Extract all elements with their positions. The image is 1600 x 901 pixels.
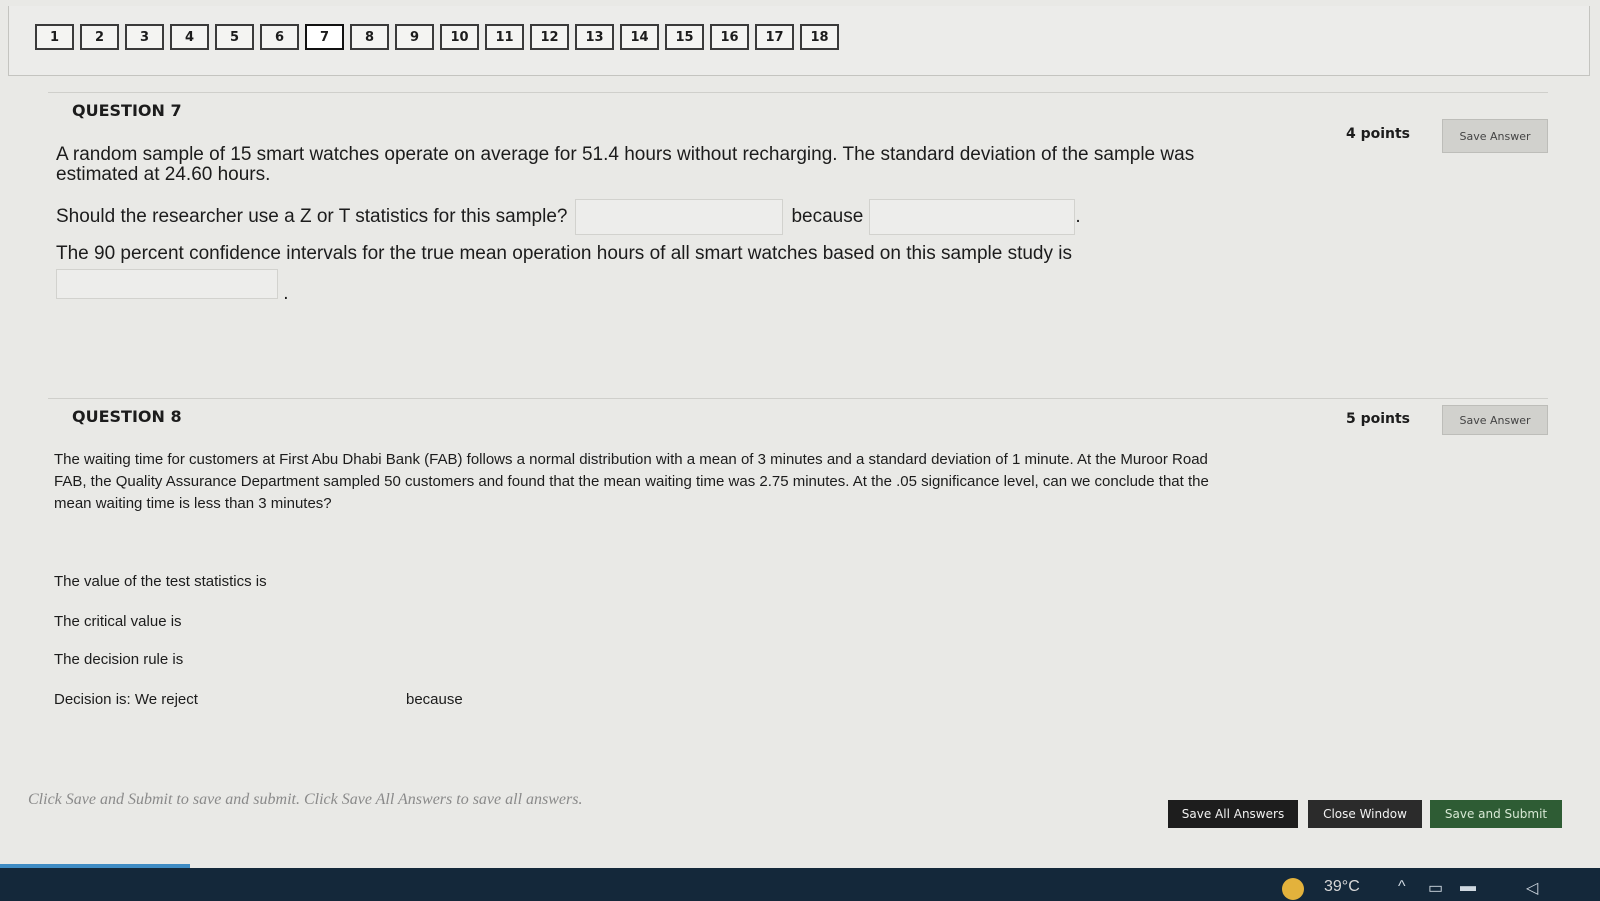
sentence-period: . — [283, 283, 289, 304]
question-nav-button[interactable]: 13 — [575, 24, 614, 50]
question-nav-button[interactable]: 6 — [260, 24, 299, 50]
because-label: because — [791, 206, 864, 227]
reason-answer-field[interactable] — [869, 199, 1076, 235]
save-answer-button[interactable]: Save Answer — [1442, 119, 1548, 153]
question-nav-button[interactable]: 17 — [755, 24, 794, 50]
statistic-prompt: Should the researcher use a Z or T stati… — [56, 206, 568, 227]
statistic-answer-field[interactable] — [575, 199, 784, 235]
windows-taskbar — [0, 868, 1600, 901]
chevron-up-icon[interactable]: ^ — [1398, 878, 1406, 896]
volume-icon[interactable]: ◁ — [1526, 878, 1538, 898]
question-nav-button[interactable]: 4 — [170, 24, 209, 50]
question-nav-button[interactable]: 12 — [530, 24, 569, 50]
decision-rule-label: The decision rule is — [54, 651, 184, 668]
sentence-period: . — [1075, 206, 1081, 227]
close-window-button[interactable]: Close Window — [1308, 800, 1422, 828]
save-and-submit-button[interactable]: Save and Submit — [1430, 800, 1562, 828]
question-stem: A random sample of 15 smart watches oper… — [56, 144, 1195, 185]
question-nav-button[interactable]: 2 — [80, 24, 119, 50]
question-body: A random sample of 15 smart watches oper… — [56, 145, 1216, 305]
network-icon[interactable]: ▭ — [1428, 878, 1443, 898]
question-nav-button[interactable]: 8 — [350, 24, 389, 50]
points-label: 4 points — [1345, 126, 1410, 142]
question-8-panel: QUESTION 8 5 points Save Answer The wait… — [48, 398, 1548, 726]
because-label: because — [406, 691, 463, 708]
question-nav-button-current[interactable]: 7 — [305, 24, 344, 50]
question-nav-button[interactable]: 18 — [800, 24, 839, 50]
question-nav-button[interactable]: 5 — [215, 24, 254, 50]
statistic-choice-row: Should the researcher use a Z or T stati… — [56, 199, 1216, 235]
question-number-row: 1 2 3 4 5 6 7 8 9 10 11 12 13 14 15 16 1… — [35, 24, 839, 50]
question-body: The waiting time for customers at First … — [54, 449, 1214, 708]
question-stem: The waiting time for customers at First … — [54, 451, 1209, 512]
points-label: 5 points — [1345, 411, 1410, 427]
decision-label: Decision is: We reject — [54, 691, 198, 708]
question-navigator: 1 2 3 4 5 6 7 8 9 10 11 12 13 14 15 16 1… — [8, 6, 1590, 76]
question-nav-button[interactable]: 9 — [395, 24, 434, 50]
question-nav-button[interactable]: 14 — [620, 24, 659, 50]
question-nav-button[interactable]: 10 — [440, 24, 479, 50]
save-all-answers-button[interactable]: Save All Answers — [1168, 800, 1298, 828]
question-nav-button[interactable]: 16 — [710, 24, 749, 50]
weather-icon[interactable] — [1282, 878, 1304, 900]
battery-icon[interactable]: ▬ — [1460, 878, 1476, 896]
question-nav-button[interactable]: 15 — [665, 24, 704, 50]
confidence-interval-answer-field[interactable] — [56, 269, 278, 299]
test-statistic-label: The value of the test statistics is — [54, 573, 267, 590]
save-answer-button[interactable]: Save Answer — [1442, 405, 1548, 435]
question-title: QUESTION 7 — [72, 101, 182, 120]
question-title: QUESTION 8 — [72, 407, 182, 426]
confidence-interval-prompt: The 90 percent confidence intervals for … — [56, 243, 1072, 264]
weather-temperature[interactable]: 39°C — [1324, 878, 1360, 896]
critical-value-label: The critical value is — [54, 613, 182, 630]
submit-instructions: Click Save and Submit to save and submit… — [28, 791, 583, 808]
question-nav-button[interactable]: 1 — [35, 24, 74, 50]
decision-row: Decision is: We reject because — [54, 691, 463, 708]
question-7-panel: QUESTION 7 4 points Save Answer A random… — [48, 92, 1548, 382]
question-nav-button[interactable]: 11 — [485, 24, 524, 50]
question-nav-button[interactable]: 3 — [125, 24, 164, 50]
